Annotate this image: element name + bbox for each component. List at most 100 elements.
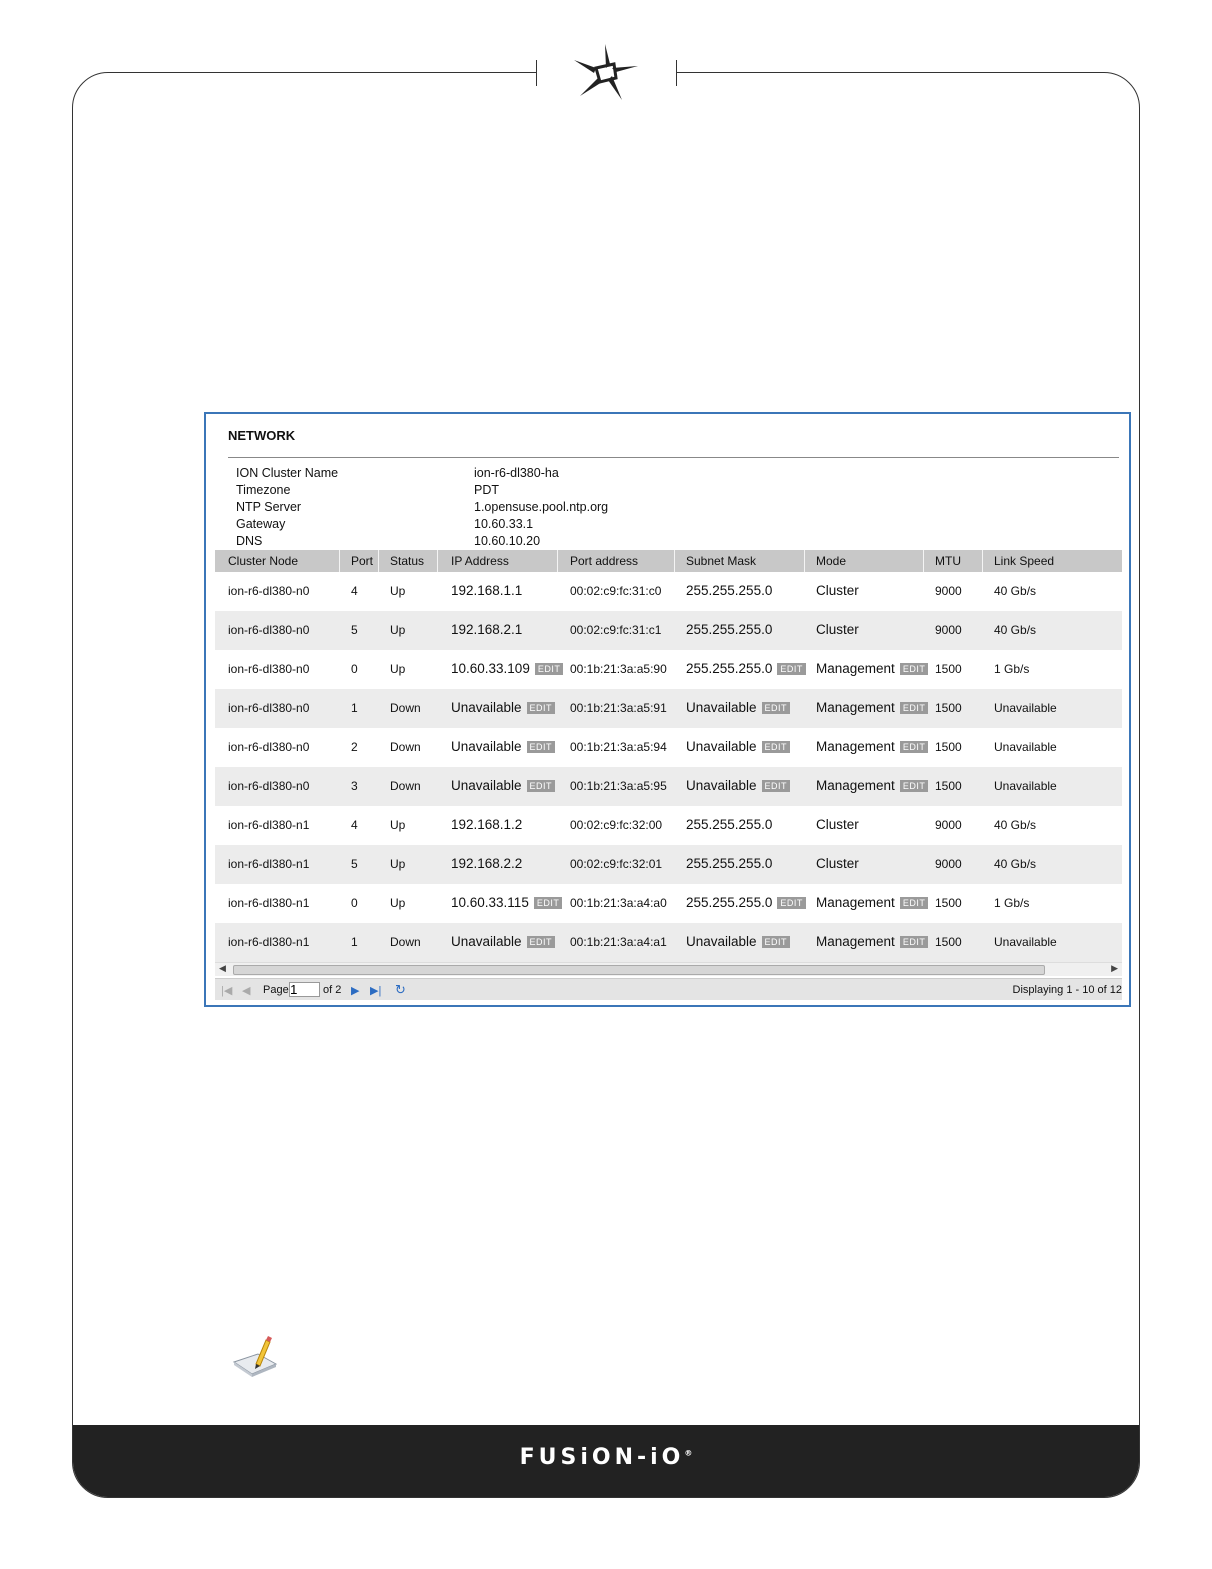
grid-header: Cluster Node Port Status IP Address Port… [215,550,1122,572]
col-header-cluster-node[interactable]: Cluster Node [228,554,298,568]
col-header-port[interactable]: Port [351,554,373,568]
edit-button[interactable]: EDIT [899,702,929,715]
cell-text: Down [390,740,421,754]
edit-button[interactable]: EDIT [777,897,806,910]
table-row[interactable]: ion-r6-dl380-n0 3 Down Unavailable EDIT 00:1b… [215,767,1122,806]
cell-speed: Unavailable [994,740,1057,754]
edit-button[interactable]: EDIT [899,780,929,793]
table-row[interactable]: ion-r6-dl380-n1 4 Up 192.168.1.2 00:02:c9:fc… [215,806,1122,845]
cell-text: Up [390,662,406,676]
edit-button[interactable]: EDIT [526,741,556,754]
edit-button[interactable]: EDIT [761,741,791,754]
prev-page-icon[interactable]: ◀ [242,984,250,997]
edit-button[interactable]: EDIT [899,663,929,676]
table-row[interactable]: ion-r6-dl380-n0 2 Down Unavailable EDIT 00:1b… [215,728,1122,767]
cell-text: 5 [351,857,358,871]
cell-text: 10.60.33.115 [451,895,529,910]
page-number-input[interactable] [289,982,320,997]
cell-text: 0 [351,896,358,910]
display-count: Displaying 1 - 10 of 12 [1012,984,1122,996]
cell-mac: 00:02:c9:fc:31:c0 [570,584,661,598]
cell-ip: 192.168.1.1 [451,583,522,598]
col-header-subnet-mask[interactable]: Subnet Mask [686,554,756,568]
cell-text: Management [816,661,895,676]
cell-text: 255.255.255.0 [686,895,773,910]
page-of-label: of 2 [323,984,342,996]
cell-port: 1 [351,935,358,949]
edit-button[interactable]: EDIT [526,936,556,949]
cell-speed: 1 Gb/s [994,662,1029,676]
cell-text: Down [390,935,421,949]
cell-port: 4 [351,818,358,832]
first-page-icon[interactable]: |◀ [221,984,232,997]
network-panel: NETWORK ION Cluster Name ion-r6-dl380-ha… [204,412,1131,1007]
cell-speed: Unavailable [994,701,1057,715]
table-row[interactable]: ion-r6-dl380-n0 5 Up 192.168.2.1 00:02:c9:fc… [215,611,1122,650]
edit-button[interactable]: EDIT [761,702,791,715]
cell-mode: Cluster [816,817,859,832]
info-row: DNS 10.60.10.20 [236,534,836,551]
col-header-link-speed[interactable]: Link Speed [994,554,1054,568]
cell-speed: 1 Gb/s [994,896,1029,910]
horizontal-scrollbar[interactable]: ◀ ▶ [215,962,1122,976]
scroll-thumb[interactable] [233,965,1045,975]
table-row[interactable]: ion-r6-dl380-n1 0 Up 10.60.33.115 EDIT 00:1b:… [215,884,1122,923]
cell-mask: Unavailable EDIT [686,934,791,949]
edit-button[interactable]: EDIT [526,702,556,715]
info-row: Timezone PDT [236,483,836,500]
edit-button[interactable]: EDIT [526,780,556,793]
cell-text: Up [390,584,406,598]
cell-text: Unavailable [451,739,522,754]
cell-text: 1 [351,935,358,949]
footer-logo-text: FUSiON-iO [519,1445,685,1470]
cell-port: 0 [351,896,358,910]
edit-button[interactable]: EDIT [899,741,929,754]
table-row[interactable]: ion-r6-dl380-n0 4 Up 192.168.1.1 00:02:c9:fc… [215,572,1122,611]
scroll-left-icon[interactable]: ◀ [219,963,226,974]
cell-port: 1 [351,701,358,715]
col-header-port-address[interactable]: Port address [570,554,638,568]
cell-text: Unavailable [686,700,757,715]
last-page-icon[interactable]: ▶| [370,984,381,997]
col-header-mode[interactable]: Mode [816,554,846,568]
cell-text: Unavailable [994,701,1057,715]
cell-status: Up [390,818,405,832]
next-page-icon[interactable]: ▶ [351,984,359,997]
refresh-icon[interactable]: ↻ [395,982,406,998]
cell-mode: Management EDIT [816,934,929,949]
col-header-status[interactable]: Status [390,554,424,568]
table-row[interactable]: ion-r6-dl380-n0 1 Down Unavailable EDIT 00:1b… [215,689,1122,728]
cell-node: ion-r6-dl380-n0 [228,740,309,754]
cell-mask: 255.255.255.0 EDIT [686,895,806,910]
cell-text: Down [390,779,421,793]
edit-button[interactable]: EDIT [761,780,791,793]
scroll-right-icon[interactable]: ▶ [1111,963,1118,974]
edit-button[interactable]: EDIT [899,897,929,910]
cell-text: 5 [351,623,358,637]
cell-mac: 00:1b:21:3a:a5:94 [570,740,667,754]
table-row[interactable]: ion-r6-dl380-n1 1 Down Unavailable EDIT 00:1b… [215,923,1122,962]
col-header-ip-address[interactable]: IP Address [451,554,509,568]
cell-node: ion-r6-dl380-n0 [228,779,309,793]
cell-text: 1500 [935,740,962,754]
cell-mode: Management EDIT [816,700,929,715]
col-header-mtu[interactable]: MTU [935,554,961,568]
cell-text: Unavailable [994,779,1057,793]
cell-mask: 255.255.255.0 EDIT [686,661,806,676]
cell-text: 00:1b:21:3a:a5:95 [570,779,667,793]
edit-button[interactable]: EDIT [534,663,564,676]
cell-text: 1500 [935,701,962,715]
edit-button[interactable]: EDIT [761,936,791,949]
cell-text: 00:02:c9:fc:32:01 [570,857,663,871]
cell-mac: 00:1b:21:3a:a4:a0 [570,896,667,910]
cell-ip: Unavailable EDIT [451,934,556,949]
edit-button[interactable]: EDIT [533,897,563,910]
table-row[interactable]: ion-r6-dl380-n1 5 Up 192.168.2.2 00:02:c9:fc… [215,845,1122,884]
cell-mac: 00:1b:21:3a:a5:95 [570,779,667,793]
cell-text: Cluster [816,856,859,871]
table-row[interactable]: ion-r6-dl380-n0 0 Up 10.60.33.109 EDIT 00:1b:… [215,650,1122,689]
cell-text: 40 Gb/s [994,584,1037,598]
edit-button[interactable]: EDIT [777,663,806,676]
edit-button[interactable]: EDIT [899,936,929,949]
cell-status: Up [390,896,405,910]
